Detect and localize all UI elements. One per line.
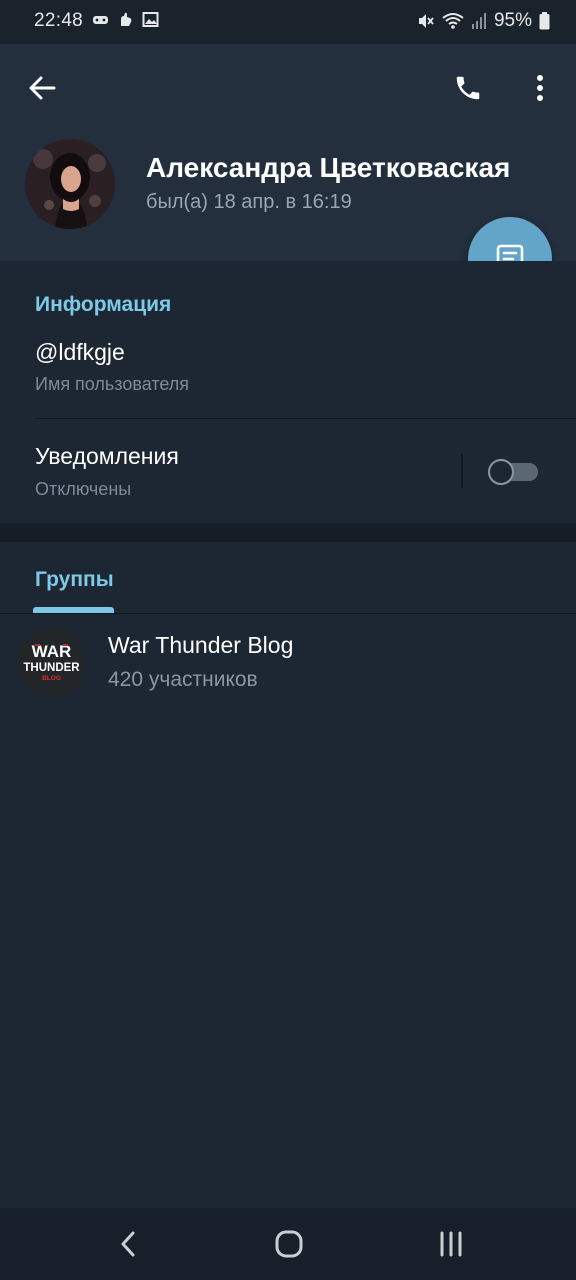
last-seen-status: был(а) 18 апр. в 16:19 — [146, 191, 352, 213]
notifications-toggle[interactable] — [488, 459, 540, 485]
groups-section: Группы WAR THUNDER BLOG War Thunder Blog… — [0, 542, 576, 1208]
username-label: Имя пользователя — [35, 374, 190, 394]
home-icon — [275, 1230, 303, 1258]
toggle-separator — [461, 454, 463, 488]
phone-icon — [456, 76, 480, 100]
group-member-count: 420 участников — [108, 668, 258, 691]
system-indicators: 95% — [417, 10, 550, 32]
image-icon — [142, 11, 159, 28]
signal-icon — [471, 12, 487, 30]
nav-back-button[interactable] — [98, 1222, 158, 1266]
hand-icon — [117, 11, 134, 28]
username-value[interactable]: @ldfkgje — [35, 339, 125, 366]
section-gap — [0, 523, 576, 542]
recents-icon — [440, 1231, 462, 1257]
toggle-knob — [488, 459, 514, 485]
group-name: War Thunder Blog — [108, 632, 294, 658]
navigation-bar — [0, 1208, 576, 1280]
nav-recents-button[interactable] — [421, 1222, 481, 1266]
divider — [35, 418, 576, 419]
status-time: 22:48 — [34, 10, 84, 31]
nav-home-button[interactable] — [259, 1222, 319, 1266]
logo-text-blog: BLOG — [42, 675, 61, 682]
mute-icon — [417, 12, 435, 30]
notifications-title[interactable]: Уведомления — [35, 443, 179, 470]
wifi-icon — [442, 12, 464, 30]
notification-icons — [92, 11, 159, 28]
back-button[interactable] — [18, 66, 66, 110]
more-menu-button[interactable] — [518, 66, 562, 110]
arrow-left-icon — [29, 76, 56, 100]
more-vertical-icon — [537, 75, 543, 101]
battery-text: 95% — [493, 10, 532, 31]
group-list-item[interactable]: WAR THUNDER BLOG War Thunder Blog 420 уч… — [0, 614, 576, 704]
info-section-title: Информация — [35, 293, 172, 316]
profile-avatar[interactable] — [25, 139, 115, 229]
tab-groups[interactable]: Группы — [35, 568, 114, 592]
call-button[interactable] — [444, 66, 492, 110]
gamepad-icon — [92, 11, 109, 28]
status-bar: 22:48 95% — [0, 0, 576, 44]
back-icon — [121, 1231, 135, 1257]
logo-text-thunder: THUNDER — [23, 662, 80, 674]
group-avatar: WAR THUNDER BLOG — [17, 628, 86, 697]
battery-icon — [539, 12, 550, 30]
notifications-status: Отключены — [35, 479, 132, 499]
info-section: Информация @ldfkgje Имя пользователя Уве… — [0, 261, 576, 523]
profile-name: Александра Цветковаская — [146, 152, 511, 183]
